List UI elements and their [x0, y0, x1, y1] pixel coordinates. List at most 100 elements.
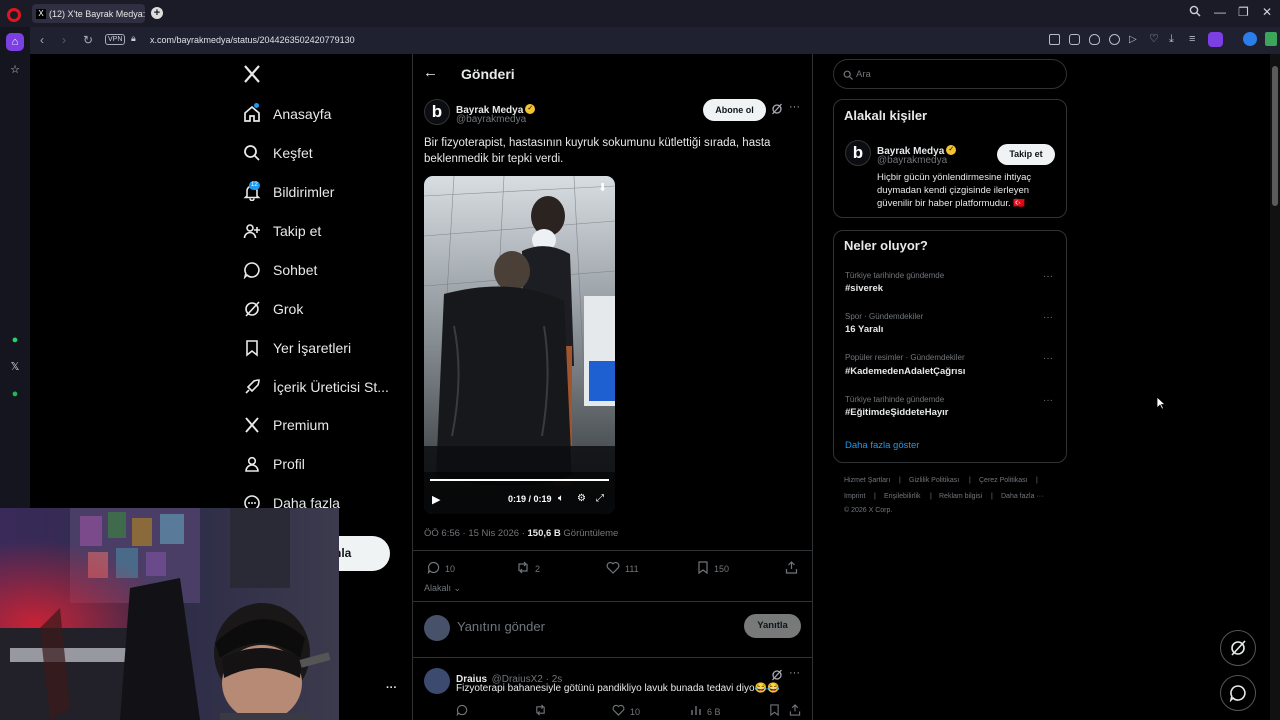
- camera-icon[interactable]: [1069, 34, 1080, 45]
- nav-item-profile[interactable]: Profil: [242, 449, 305, 479]
- spotify-icon[interactable]: ●: [6, 385, 24, 403]
- comment-reply-action[interactable]: [456, 704, 473, 719]
- browser-tab[interactable]: X (12) X'te Bayrak Medya: ": [32, 4, 145, 23]
- comment-share-action[interactable]: [789, 704, 806, 719]
- shield-icon[interactable]: [1089, 34, 1100, 45]
- user-avatar[interactable]: [424, 615, 450, 641]
- footer-separator: |: [1036, 477, 1038, 484]
- profile-extension-icon[interactable]: [1208, 32, 1223, 47]
- tab-search-icon[interactable]: [1189, 5, 1201, 20]
- bookmark-action[interactable]: 150: [697, 561, 729, 577]
- download-icon[interactable]: ⤓: [1169, 34, 1180, 45]
- nav-item-follow[interactable]: Takip et: [242, 216, 321, 246]
- footer-link[interactable]: Reklam bilgisi: [939, 493, 982, 500]
- related-avatar[interactable]: b: [845, 140, 871, 166]
- tweet-text: Bir fizyoterapist, hastasının kuyruk sok…: [424, 137, 771, 165]
- footer-separator: |: [874, 493, 876, 500]
- messages-float-button[interactable]: [1220, 675, 1256, 711]
- volume-icon[interactable]: 🔈︎: [558, 493, 564, 504]
- trend-name[interactable]: #KademedenAdaletÇağrısı: [845, 366, 965, 377]
- back-nav-icon[interactable]: ‹: [40, 33, 44, 47]
- nav-item-grok[interactable]: Grok: [242, 294, 303, 324]
- menu-icon[interactable]: ≡: [1189, 34, 1200, 45]
- footer-link[interactable]: Daha fazla ···: [1001, 493, 1043, 500]
- x-sidebar-icon[interactable]: 𝕏: [6, 358, 24, 376]
- author-avatar[interactable]: b: [424, 99, 450, 125]
- trend-more-icon[interactable]: ···: [1043, 271, 1053, 282]
- trend-name[interactable]: #EğitimdeŞiddeteHayır: [845, 407, 948, 418]
- play-icon[interactable]: ▶: [432, 493, 440, 506]
- nav-item-bookmarks[interactable]: Yer İşaretleri: [242, 333, 351, 363]
- video-settings-icon[interactable]: ⚙: [577, 493, 586, 504]
- grok-explain-icon[interactable]: [771, 669, 783, 684]
- vpn-badge[interactable]: VPN: [105, 34, 126, 45]
- scrollbar-thumb[interactable]: [1272, 66, 1278, 206]
- footer-link[interactable]: Çerez Politikası: [979, 477, 1028, 484]
- trend-more-icon[interactable]: ···: [1043, 353, 1053, 364]
- forward-nav-icon[interactable]: ›: [62, 33, 66, 47]
- footer-link[interactable]: Imprint: [844, 493, 865, 500]
- verified-badge-icon: ✓: [946, 144, 957, 155]
- related-handle[interactable]: @bayrakmedya: [877, 155, 947, 166]
- trend-more-icon[interactable]: ···: [1043, 312, 1053, 323]
- account-more-icon[interactable]: ···: [386, 682, 397, 694]
- like-action[interactable]: 111: [606, 561, 639, 577]
- repost-icon: [534, 704, 547, 719]
- nav-item-explore[interactable]: Keşfet: [242, 138, 313, 168]
- video-player[interactable]: ⬇ ▶ 0:19 / 0:19 🔈︎ ⚙ ⤢: [424, 176, 615, 514]
- footer-link[interactable]: Gizlilik Politikası: [909, 477, 959, 484]
- author-handle[interactable]: @bayrakmedya: [456, 114, 526, 125]
- post-timestamp[interactable]: ÖÖ 6:56 · 15 Nis 2026 ·: [424, 528, 528, 539]
- repost-action[interactable]: 2: [516, 561, 540, 577]
- minimize-button[interactable]: —: [1214, 5, 1226, 19]
- video-progress-track[interactable]: [430, 479, 609, 481]
- back-arrow-icon[interactable]: ←: [423, 64, 438, 81]
- settings-icon[interactable]: [1109, 34, 1120, 45]
- grok-float-button[interactable]: [1220, 630, 1256, 666]
- trend-name[interactable]: 16 Yaralı: [845, 324, 883, 335]
- edit-icon[interactable]: [1049, 34, 1060, 45]
- x-logo-icon[interactable]: [242, 64, 262, 84]
- restore-button[interactable]: ❐: [1238, 5, 1249, 19]
- extension-green-icon[interactable]: [1265, 32, 1277, 46]
- fullscreen-icon[interactable]: ⤢: [596, 493, 604, 504]
- reply-action[interactable]: 10: [427, 561, 455, 577]
- extension-blue-icon[interactable]: [1243, 32, 1257, 46]
- comment-repost-action[interactable]: [534, 704, 552, 719]
- comment-avatar[interactable]: [424, 668, 450, 694]
- comment-views-action[interactable]: 6 B: [690, 704, 721, 719]
- pinboard-icon[interactable]: ☆: [6, 61, 24, 79]
- search-input[interactable]: Ara: [856, 69, 871, 80]
- nav-item-creator-studio[interactable]: İçerik Üreticisi St...: [242, 372, 389, 402]
- video-download-icon[interactable]: ⬇: [598, 181, 607, 194]
- heart-icon[interactable]: ♡: [1149, 34, 1160, 45]
- share-action[interactable]: [785, 561, 803, 577]
- opera-logo-icon[interactable]: [7, 8, 21, 22]
- show-more-link[interactable]: Daha fazla göster: [845, 440, 919, 451]
- footer-link[interactable]: Erişilebilirlik: [884, 493, 921, 500]
- trend-more-icon[interactable]: ···: [1043, 395, 1053, 406]
- follow-button[interactable]: Takip et: [997, 144, 1055, 165]
- play-icon[interactable]: ▷: [1129, 34, 1140, 45]
- footer-link[interactable]: Hizmet Şartları: [844, 477, 890, 484]
- nav-item-premium[interactable]: Premium: [242, 410, 329, 440]
- comment-like-action[interactable]: 10: [612, 704, 640, 719]
- home-speed-dial-icon[interactable]: ⌂: [6, 33, 24, 51]
- reload-icon[interactable]: ↻: [83, 33, 93, 47]
- comment-bookmark-action[interactable]: [769, 704, 785, 719]
- trend-name[interactable]: #siverek: [845, 283, 883, 294]
- grok-explain-icon[interactable]: [771, 103, 783, 118]
- related-dropdown[interactable]: Alakalı ⌄: [424, 583, 461, 594]
- more-options-icon[interactable]: ···: [789, 101, 800, 113]
- whatsapp-icon[interactable]: ●: [6, 331, 24, 349]
- subscribe-button[interactable]: Abone ol: [703, 99, 766, 121]
- more-options-icon[interactable]: ···: [789, 667, 800, 679]
- url-field[interactable]: x.com/bayrakmedya/status/204426350242077…: [150, 35, 355, 45]
- comment-like-count: 10: [630, 706, 641, 717]
- new-tab-button[interactable]: +: [151, 7, 163, 19]
- nav-item-chat[interactable]: Sohbet: [242, 255, 317, 285]
- reply-button[interactable]: Yanıtla: [744, 614, 801, 638]
- lock-icon[interactable]: 🔒︎: [131, 33, 136, 44]
- reply-input[interactable]: Yanıtını gönder: [457, 619, 545, 634]
- close-window-button[interactable]: ✕: [1262, 5, 1272, 19]
